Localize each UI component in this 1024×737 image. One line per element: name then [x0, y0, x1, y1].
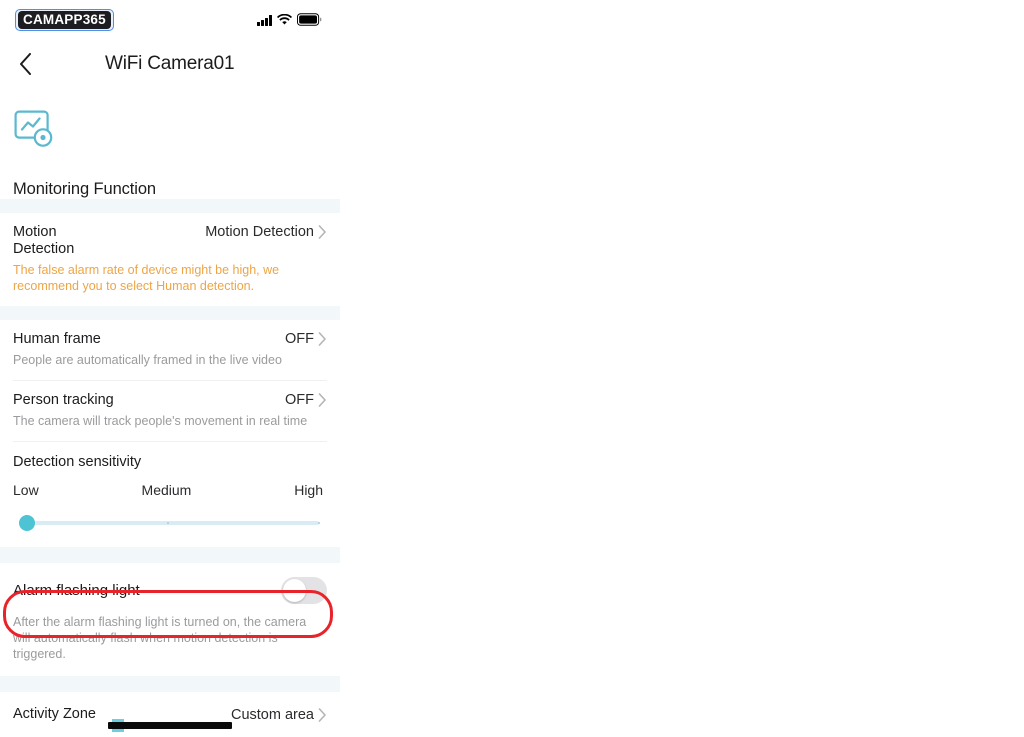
- section-gap-2: [0, 306, 340, 320]
- human-frame-value[interactable]: OFF: [285, 331, 327, 347]
- person-tracking-value[interactable]: OFF: [285, 392, 327, 408]
- sensitivity-label-high: High: [294, 482, 323, 498]
- motion-detection-label: Motion Detection: [13, 224, 74, 258]
- section-gap-1: [0, 199, 340, 213]
- page-title: WiFi Camera01: [105, 53, 235, 74]
- activity-zone-value-text: Custom area: [230, 706, 314, 723]
- back-chevron-icon: [19, 53, 31, 75]
- chevron-right-icon: [318, 393, 326, 407]
- activity-zone-row[interactable]: Activity Zone Custom area: [0, 692, 340, 723]
- chevron-right-icon: [318, 707, 326, 722]
- human-frame-row[interactable]: Human frame OFF People are automatically…: [0, 320, 340, 380]
- screen-root: CAMAPP365 WiFi Camera01 Monitoring Funct…: [0, 0, 1024, 737]
- detection-sensitivity-label: Detection sensitivity: [13, 454, 142, 470]
- motion-detection-row[interactable]: Motion Detection Motion Detection The fa…: [0, 213, 340, 306]
- slider-thumb[interactable]: [19, 515, 35, 531]
- alarm-flashing-light-toggle[interactable]: [281, 577, 327, 604]
- motion-detection-label-line2: Detection: [13, 241, 75, 257]
- toggle-knob: [283, 579, 306, 602]
- navigation-bar: WiFi Camera01: [0, 36, 340, 92]
- person-tracking-label: Person tracking: [13, 392, 114, 408]
- human-frame-value-text: OFF: [285, 331, 314, 347]
- alarm-flashing-light-section: Alarm flashing light After the alarm fla…: [0, 563, 340, 676]
- app-logo-selection[interactable]: CAMAPP365: [15, 9, 114, 31]
- wifi-icon: [277, 14, 292, 25]
- slider-track[interactable]: [21, 521, 319, 525]
- activity-zone-black-bar-overlay: [108, 722, 232, 729]
- section-gap-3: [0, 547, 340, 563]
- motion-detection-warning: The false alarm rate of device might be …: [13, 263, 280, 293]
- person-tracking-row[interactable]: Person tracking OFF The camera will trac…: [0, 381, 340, 441]
- human-frame-label: Human frame: [13, 331, 101, 347]
- detection-sensitivity-slider[interactable]: [13, 515, 327, 531]
- chevron-right-icon: [318, 332, 326, 346]
- status-bar: CAMAPP365: [0, 0, 340, 36]
- detection-sensitivity-section: Detection sensitivity Low Medium High: [0, 442, 340, 547]
- human-frame-description: People are automatically framed in the l…: [13, 353, 282, 367]
- person-tracking-value-text: OFF: [285, 392, 314, 408]
- slider-tick-high: [317, 522, 320, 524]
- motion-detection-label-line1: Motion: [13, 224, 57, 240]
- sensitivity-label-low: Low: [13, 482, 39, 498]
- section-title-monitoring: Monitoring Function: [13, 180, 157, 198]
- section-gap-4: [0, 676, 340, 692]
- phone-content-area: CAMAPP365 WiFi Camera01 Monitoring Funct…: [0, 0, 340, 737]
- motion-detection-value-text: Motion Detection: [205, 224, 314, 240]
- status-icons-group: [257, 12, 322, 26]
- motion-detection-value[interactable]: Motion Detection: [205, 224, 327, 240]
- motion-detection-row-top: Motion Detection Motion Detection: [13, 213, 327, 258]
- slider-tick-medium: [166, 522, 169, 524]
- human-frame-row-top: Human frame OFF: [13, 320, 327, 348]
- activity-zone-value[interactable]: Custom area: [231, 707, 327, 723]
- battery-icon: [297, 13, 322, 26]
- back-button[interactable]: [10, 49, 40, 79]
- activity-zone-label: Activity Zone: [13, 706, 96, 722]
- person-tracking-row-top: Person tracking OFF: [13, 381, 327, 409]
- person-tracking-description: The camera will track people's movement …: [13, 414, 308, 428]
- alarm-flashing-light-row[interactable]: Alarm flashing light: [0, 563, 340, 604]
- chevron-right-icon: [318, 225, 326, 239]
- app-logo: CAMAPP365: [18, 11, 111, 29]
- alarm-flashing-light-description: After the alarm flashing light is turned…: [13, 615, 307, 661]
- monitoring-chart-eye-icon: [14, 110, 53, 147]
- cellular-signal-icon: [257, 15, 272, 26]
- alarm-flashing-light-label: Alarm flashing light: [13, 582, 140, 599]
- sensitivity-label-medium: Medium: [141, 482, 192, 498]
- sensitivity-scale-labels: Low Medium High: [13, 482, 327, 498]
